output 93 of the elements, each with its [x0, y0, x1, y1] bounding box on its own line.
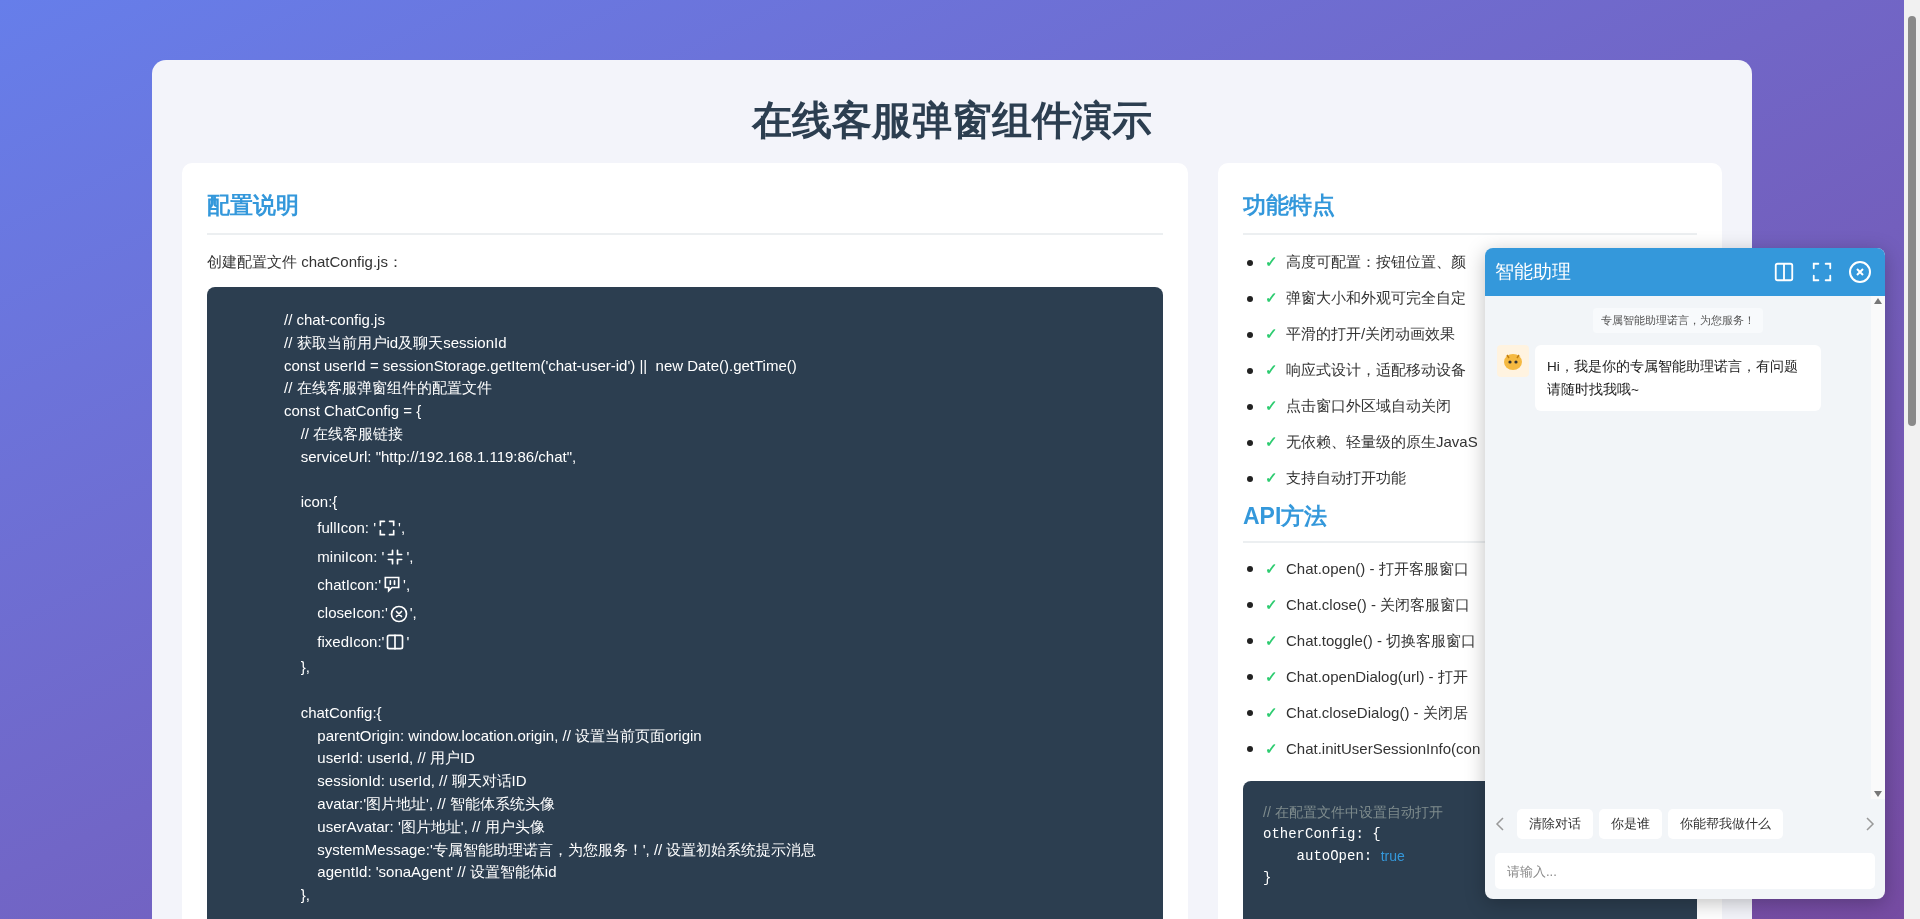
code-text: closeIcon:' [316, 603, 388, 624]
bullet-icon [1247, 367, 1253, 374]
quick-reply-button[interactable]: 你能帮我做什么 [1668, 809, 1783, 839]
code-line: } [1263, 869, 1272, 888]
code-text: ' [406, 631, 410, 652]
code-line: icon:{ [299, 492, 338, 513]
code-line: const ChatConfig = { [284, 401, 422, 422]
code-line: otherConfig: { [1263, 825, 1381, 844]
code-line: serviceUrl: "http://192.168.1.119:86/chat", [299, 446, 577, 467]
check-mark: ✓ [1265, 738, 1278, 759]
assistant-message: Hi，我是你的专属智能助理诺言，有问题请随时找我哦~ [1535, 344, 1821, 411]
feature-text: Chat.open() - 打开客服窗口 [1286, 558, 1469, 579]
code-line: }, [299, 657, 310, 678]
bullet-icon [1247, 295, 1253, 302]
check-mark: ✓ [1265, 288, 1278, 309]
code-text: ', [406, 546, 414, 567]
code-line: parentOrigin: window.location.origin, // 设置当前页面origin [316, 725, 702, 746]
fullscreen-icon [377, 518, 398, 539]
feature-text: Chat.closeDialog() - 关闭居 [1286, 702, 1468, 723]
code-value: true [1380, 847, 1405, 866]
fullscreen-icon [1811, 261, 1833, 283]
check-mark: ✓ [1265, 630, 1278, 651]
code-line: agentId: 'sonaAgent' // 设置智能体id [316, 862, 557, 883]
bullet-icon [1247, 475, 1253, 482]
check-mark: ✓ [1265, 666, 1278, 687]
code-text: autoOpen: [1295, 847, 1374, 866]
check-mark: ✓ [1265, 324, 1278, 345]
code-comment: // 在配置文件中设置自动打开 [1263, 803, 1443, 822]
code-line: chatConfig:{ [299, 702, 382, 723]
code-line: const userId = sessionStorage.getItem('chat-user-id') || new Date().getTime() [284, 355, 797, 376]
close-icon [388, 603, 409, 624]
chat-title: 智能助理 [1495, 259, 1572, 284]
check-mark: ✓ [1265, 594, 1278, 615]
bullet-icon [1247, 602, 1253, 608]
chevron-right-icon[interactable] [1865, 817, 1875, 831]
code-text: ', [398, 518, 406, 539]
code-line: systemMessage:'专属智能助理诺言，为您服务！', // 设置初始系统提示消息 [316, 839, 817, 860]
scrollbar-thumb[interactable] [1908, 16, 1916, 426]
feature-text: 点击窗口外区域自动关闭 [1286, 396, 1451, 417]
code-line: }, [299, 885, 310, 906]
code-line: avatar:'图片地址', // 智能体系统头像 [316, 793, 555, 814]
code-text: chatIcon:' [316, 574, 382, 595]
feature-text: 平滑的打开/关闭动画效果 [1286, 324, 1456, 345]
code-line: // 在线客服弹窗组件的配置文件 [284, 378, 492, 399]
feature-text: 响应式设计，适配移动设备 [1286, 360, 1466, 381]
code-line: userAvatar: '图片地址', // 用户头像 [316, 816, 545, 837]
check-mark: ✓ [1265, 432, 1278, 453]
section-heading: 配置说明 [207, 188, 1163, 235]
check-mark: ✓ [1265, 360, 1278, 381]
code-text: miniIcon: ' [316, 546, 385, 567]
bullet-icon [1247, 259, 1253, 266]
bullet-icon [1247, 566, 1253, 572]
bullet-icon [1247, 674, 1253, 680]
bullet-icon [1247, 403, 1253, 410]
code-text: fullIcon: ' [316, 518, 377, 539]
quick-reply-button[interactable]: 清除对话 [1517, 809, 1593, 839]
check-mark: ✓ [1265, 396, 1278, 417]
scroll-up-icon[interactable] [1874, 298, 1882, 304]
code-text: ', [409, 603, 417, 624]
page-title: 在线客服弹窗组件演示 [750, 97, 1153, 144]
bullet-icon [1247, 439, 1253, 446]
split-panel-icon [1773, 261, 1795, 283]
bullet-icon [1247, 331, 1253, 338]
check-mark: ✓ [1265, 702, 1278, 723]
code-line: // chat-config.js [284, 310, 385, 330]
feature-text: 弹窗大小和外观可完全自定 [1286, 288, 1466, 309]
message-input[interactable]: 请输入... [1495, 853, 1875, 889]
code-text: fixedIcon:' [316, 631, 385, 652]
code-line: // 获取当前用户id及聊天sessionId [284, 332, 507, 353]
code-line: sessionId: userId, // 聊天对话ID [316, 771, 527, 792]
scroll-down-icon[interactable] [1874, 791, 1882, 797]
feature-text: 高度可配置：按钮位置、颜 [1286, 252, 1466, 273]
bullet-icon [1247, 746, 1253, 752]
feature-text: Chat.openDialog(url) - 打开 [1286, 666, 1468, 687]
chevron-left-icon[interactable] [1495, 817, 1505, 831]
quick-reply-button[interactable]: 你是谁 [1599, 809, 1662, 839]
check-mark: ✓ [1265, 252, 1278, 273]
feature-text: Chat.close() - 关闭客服窗口 [1286, 594, 1471, 615]
bullet-icon [1247, 710, 1253, 716]
feature-text: Chat.toggle() - 切换客服窗口 [1286, 630, 1477, 651]
system-message: 专属智能助理诺言，为您服务！ [1593, 308, 1763, 333]
check-mark: ✓ [1265, 558, 1278, 579]
code-line: userId: userId, // 用户ID [316, 748, 475, 769]
close-icon [1848, 260, 1872, 284]
code-line: // 在线客服链接 [299, 424, 404, 444]
section-heading: 功能特点 [1243, 188, 1697, 235]
feature-text: 支持自动打开功能 [1286, 468, 1406, 489]
feature-text: Chat.initUserSessionInfo(con [1286, 738, 1481, 759]
check-mark: ✓ [1265, 468, 1278, 489]
intro-text: 创建配置文件 chatConfig.js： [207, 251, 404, 272]
feature-text: 无依赖、轻量级的原生JavaS [1286, 432, 1478, 453]
code-text: ', [403, 574, 411, 595]
bullet-icon [1247, 638, 1253, 644]
